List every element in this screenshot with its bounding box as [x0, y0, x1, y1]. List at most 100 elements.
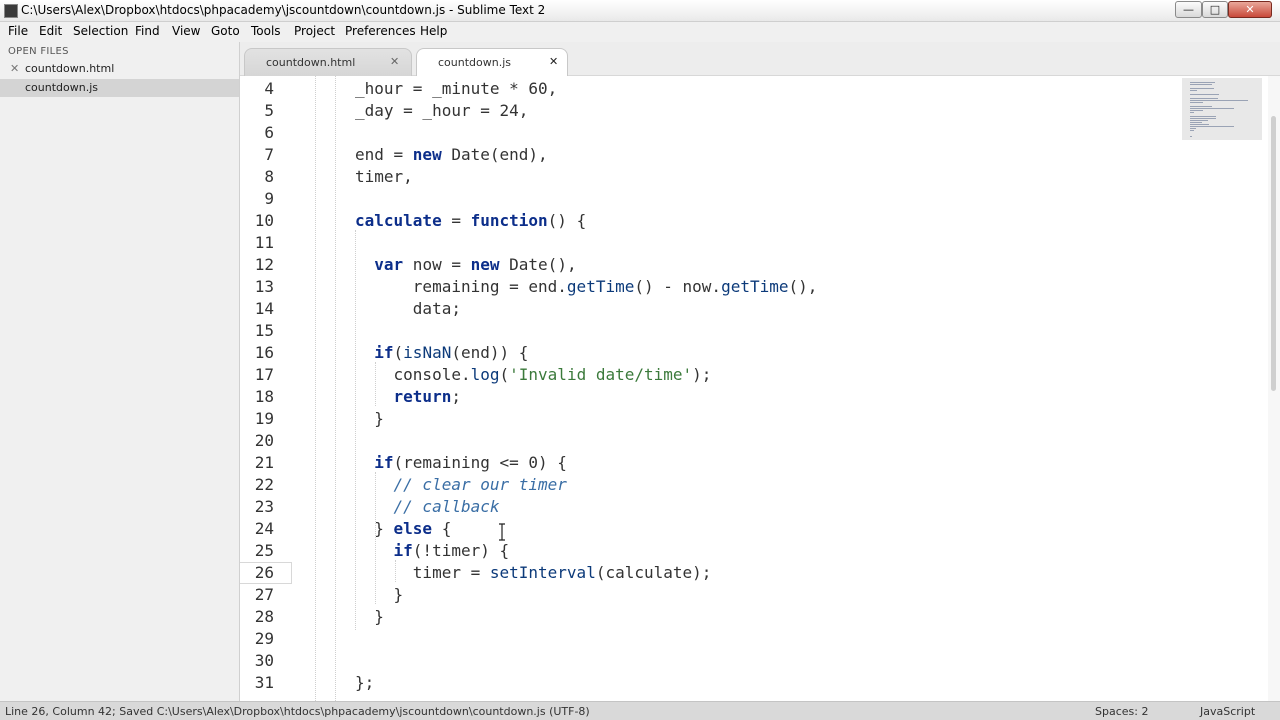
- menu-file[interactable]: File: [8, 24, 28, 38]
- code-line[interactable]: // callback: [355, 496, 500, 518]
- line-number: 19: [254, 409, 274, 428]
- line-number: 24: [254, 519, 274, 538]
- code-token: if: [393, 541, 413, 560]
- menu-preferences[interactable]: Preferences: [345, 24, 416, 38]
- code-token: else: [393, 519, 433, 538]
- minimap-line: [1190, 128, 1196, 129]
- code-line[interactable]: }: [355, 408, 384, 430]
- code-token: function: [470, 211, 548, 230]
- tab-countdown-js[interactable]: countdown.js ✕: [416, 48, 568, 76]
- code-line[interactable]: return;: [355, 386, 461, 408]
- code-token: {: [432, 519, 452, 538]
- code-token: var: [374, 255, 404, 274]
- line-number: 18: [254, 387, 274, 406]
- minimize-button[interactable]: —: [1175, 1, 1202, 18]
- indentation-setting[interactable]: Spaces: 2: [1095, 705, 1148, 718]
- code-line[interactable]: if(isNaN(end)) {: [355, 342, 528, 364]
- menu-view[interactable]: View: [172, 24, 200, 38]
- code-token: getTime: [566, 277, 635, 296]
- line-number: 23: [254, 497, 274, 516]
- minimap-line: [1190, 98, 1218, 99]
- code-line[interactable]: _hour = _minute * 60,: [355, 78, 557, 100]
- code-line[interactable]: end = new Date(end),: [355, 144, 548, 166]
- line-number: 13: [254, 277, 274, 296]
- code-line[interactable]: timer,: [355, 166, 413, 188]
- indent-guide: [335, 76, 336, 701]
- code-token: getTime: [721, 277, 789, 296]
- code-token: (calculate);: [595, 563, 712, 582]
- code-token: log: [470, 365, 500, 384]
- code-token: _day = _hour = 24,: [355, 101, 529, 120]
- tab-countdown-html[interactable]: countdown.html ✕: [244, 48, 412, 76]
- line-number: 21: [254, 453, 274, 472]
- code-line[interactable]: }: [355, 584, 404, 606]
- code-token: console.: [355, 365, 471, 384]
- sidebar-file-countdown-js[interactable]: countdown.js: [0, 79, 239, 97]
- minimap-line: [1190, 108, 1235, 109]
- menu-find[interactable]: Find: [135, 24, 160, 38]
- code-token: (end)) {: [451, 343, 529, 362]
- line-number: 27: [254, 585, 274, 604]
- code-token: (!timer) {: [412, 541, 510, 560]
- scrollbar-thumb[interactable]: [1271, 116, 1276, 391]
- code-token: isNaN: [403, 343, 452, 362]
- code-line[interactable]: console.log('Invalid date/time');: [355, 364, 712, 386]
- menu-help[interactable]: Help: [420, 24, 447, 38]
- vertical-scrollbar[interactable]: [1268, 76, 1280, 701]
- code-token: Date(),: [499, 255, 577, 274]
- menu-project[interactable]: Project: [294, 24, 335, 38]
- code-line[interactable]: _day = _hour = 24,: [355, 100, 528, 122]
- code-line[interactable]: };: [355, 672, 374, 694]
- code-token: calculate: [355, 211, 442, 230]
- minimap-line: [1190, 106, 1212, 107]
- menu-tools[interactable]: Tools: [251, 24, 281, 38]
- menu-selection[interactable]: Selection: [73, 24, 128, 38]
- line-number: 8: [264, 167, 274, 186]
- title-bar: C:\Users\Alex\Dropbox\htdocs\phpacademy\…: [0, 0, 1280, 22]
- code-line[interactable]: if(!timer) {: [355, 540, 510, 562]
- minimap[interactable]: [1182, 78, 1262, 140]
- code-token: if: [374, 343, 394, 362]
- line-number: 14: [254, 299, 274, 318]
- close-window-button[interactable]: ✕: [1228, 1, 1272, 18]
- code-line[interactable]: if(remaining <= 0) {: [355, 452, 567, 474]
- code-token: };: [355, 673, 375, 692]
- minimap-line: [1190, 102, 1204, 103]
- menu-edit[interactable]: Edit: [39, 24, 62, 38]
- line-number: 9: [264, 189, 274, 208]
- code-line[interactable]: calculate = function() {: [355, 210, 586, 232]
- close-icon[interactable]: ✕: [549, 55, 558, 68]
- code-line[interactable]: }: [355, 606, 384, 628]
- sidebar: OPEN FILES ✕ countdown.html countdown.js: [0, 42, 240, 701]
- code-line[interactable]: remaining = end.getTime() - now.getTime(…: [355, 276, 818, 298]
- close-icon[interactable]: ✕: [390, 55, 399, 68]
- code-token: (: [393, 343, 404, 362]
- line-number: 6: [264, 123, 274, 142]
- sidebar-file-label: countdown.js: [25, 81, 98, 94]
- code-line[interactable]: // clear our timer: [355, 474, 567, 496]
- close-icon[interactable]: ✕: [10, 62, 19, 75]
- status-bar: Line 26, Column 42; Saved C:\Users\Alex\…: [0, 701, 1280, 720]
- line-number: 17: [254, 365, 274, 384]
- code-token: Date(end),: [441, 145, 548, 164]
- code-token: if: [374, 453, 394, 472]
- line-number: 12: [254, 255, 274, 274]
- line-number: 26: [254, 563, 274, 582]
- code-token: () - now.: [634, 277, 722, 296]
- code-editor[interactable]: 4 5 6 7 8 9 10 11 12 13 14 15 16 17 18 19 20 21 22 23 24 25 26…: [240, 76, 1280, 701]
- code-line[interactable]: timer = setInterval(calculate);: [355, 562, 712, 584]
- code-token: (: [499, 365, 510, 384]
- code-token: // clear our timer: [393, 475, 567, 494]
- code-line[interactable]: data;: [355, 298, 461, 320]
- maximize-button[interactable]: □: [1202, 1, 1228, 18]
- sidebar-file-countdown-html[interactable]: ✕ countdown.html: [0, 60, 239, 78]
- code-line[interactable]: } else {: [355, 518, 451, 540]
- syntax-selector[interactable]: JavaScript: [1200, 705, 1255, 718]
- tab-bar: countdown.html ✕ countdown.js ✕: [240, 42, 1280, 76]
- code-line[interactable]: var now = new Date(),: [355, 254, 577, 276]
- code-token: }: [355, 409, 384, 428]
- code-token: }: [355, 585, 404, 604]
- menu-goto[interactable]: Goto: [211, 24, 240, 38]
